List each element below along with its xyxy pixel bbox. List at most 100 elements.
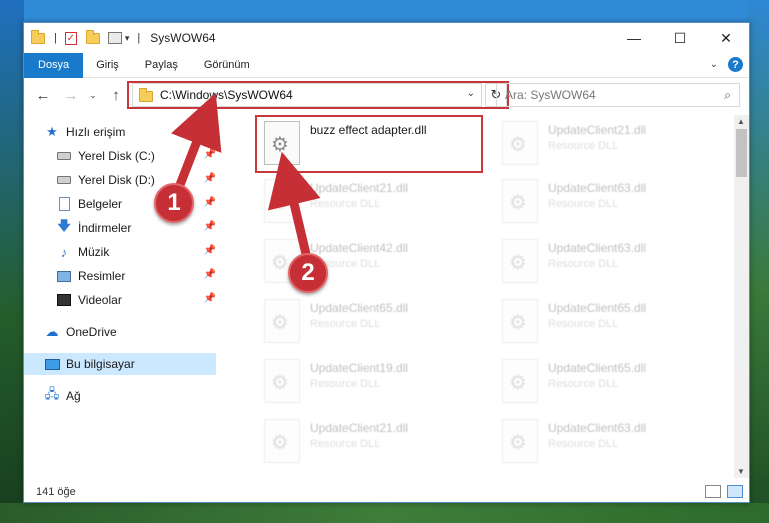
pin-icon[interactable]: 📌 <box>204 221 216 232</box>
large-icons-view-icon[interactable] <box>727 485 743 498</box>
search-input[interactable]: Ara: SysWOW64 ⌕ <box>496 83 740 107</box>
sidebar-item-label: Yerel Disk (D:) <box>78 173 155 187</box>
search-placeholder: Ara: SysWOW64 <box>505 88 596 102</box>
scrollbar-thumb[interactable] <box>736 129 747 177</box>
scroll-up-icon[interactable]: ▲ <box>737 117 745 126</box>
dll-file-icon <box>502 179 538 223</box>
maximize-button[interactable]: ☐ <box>657 23 703 53</box>
sidebar-item-local-disk-c[interactable]: Yerel Disk (C:) 📌 <box>56 145 216 167</box>
file-item[interactable]: UpdateClient19.dll Resource DLL <box>258 355 498 409</box>
pin-icon[interactable]: 📌 <box>204 245 216 256</box>
document-icon <box>56 196 72 212</box>
picture-icon <box>56 268 72 284</box>
help-icon[interactable]: ? <box>728 57 743 72</box>
file-type: Resource DLL <box>548 318 619 330</box>
file-name: buzz effect adapter.dll <box>310 123 427 137</box>
file-item[interactable]: UpdateClient21.dll Resource DLL <box>258 415 498 469</box>
window-controls: — ☐ ✕ <box>611 23 749 53</box>
file-item[interactable]: UpdateClient63.dll Resource DLL <box>496 235 732 289</box>
up-button[interactable]: ↑ <box>108 85 124 105</box>
status-bar: 141 öğe <box>24 481 749 503</box>
file-type: Resource DLL <box>310 318 381 330</box>
ribbon-expand-icon[interactable]: ⌄ <box>710 59 718 70</box>
details-view-icon[interactable] <box>705 485 721 498</box>
dll-file-icon <box>264 359 300 403</box>
file-item[interactable]: UpdateClient65.dll Resource DLL <box>496 355 732 409</box>
file-item-buzz-effect-adapter[interactable]: buzz effect adapter.dll <box>258 117 498 171</box>
scroll-down-icon[interactable]: ▼ <box>737 467 745 476</box>
tab-view[interactable]: Görünüm <box>191 53 263 78</box>
sidebar-item-pictures[interactable]: Resimler 📌 <box>56 265 216 287</box>
tab-home[interactable]: Giriş <box>83 53 132 78</box>
folder-icon[interactable] <box>30 29 46 46</box>
file-type: Resource DLL <box>548 198 619 210</box>
file-name: UpdateClient65.dll <box>548 301 647 315</box>
sidebar-item-network[interactable]: 🖧 Ağ <box>44 385 216 407</box>
file-name: UpdateClient63.dll <box>548 241 647 255</box>
navigation-pane: ★ Hızlı erişim Yerel Disk (C:) 📌 Yerel D… <box>24 115 234 475</box>
new-folder-icon[interactable] <box>85 29 101 46</box>
step-2-badge: 2 <box>288 253 328 293</box>
step-1-badge: 1 <box>154 183 194 223</box>
file-name: UpdateClient21.dll <box>310 181 409 195</box>
pin-icon[interactable]: 📌 <box>204 173 216 184</box>
sidebar-item-label: Hızlı erişim <box>66 125 126 139</box>
file-type: Resource DLL <box>310 198 381 210</box>
network-icon: 🖧 <box>44 386 60 401</box>
desktop-background-right <box>747 0 769 523</box>
sidebar-item-videos[interactable]: Videolar 📌 <box>56 289 216 311</box>
pin-icon[interactable]: 📌 <box>204 149 216 160</box>
address-bar[interactable]: C:\Windows\SysWOW64 ⌄ <box>132 83 482 107</box>
title-bar: | ✓ ▾ | SysWOW64 — ☐ ✕ <box>24 23 749 53</box>
film-icon <box>56 292 72 308</box>
file-type: Resource DLL <box>548 258 619 270</box>
sidebar-item-music[interactable]: ♪ Müzik 📌 <box>56 241 216 263</box>
address-dropdown-icon[interactable]: ⌄ <box>467 88 475 99</box>
quick-access-dropdown-icon[interactable]: ▾ <box>125 33 130 44</box>
sidebar-item-label: Ağ <box>66 389 81 403</box>
dll-file-icon <box>502 419 538 463</box>
file-item[interactable]: UpdateClient21.dll Resource DLL <box>258 175 498 229</box>
file-name: UpdateClient63.dll <box>548 421 647 435</box>
back-button[interactable]: ← <box>34 85 52 105</box>
dll-file-icon <box>264 299 300 343</box>
sidebar-item-label: Belgeler <box>78 197 123 211</box>
file-item[interactable]: UpdateClient65.dll Resource DLL <box>496 295 732 349</box>
music-note-icon: ♪ <box>60 244 68 260</box>
star-icon: ★ <box>46 124 58 139</box>
minimize-button[interactable]: — <box>611 23 657 53</box>
tab-file[interactable]: Dosya <box>24 52 84 78</box>
sidebar-item-this-pc[interactable]: Bu bilgisayar <box>24 353 216 375</box>
sidebar-item-label: OneDrive <box>66 325 117 339</box>
file-item[interactable]: UpdateClient21.dll Resource DLL <box>496 117 732 171</box>
download-arrow-icon: 🡇 <box>57 218 71 233</box>
file-type: Resource DLL <box>310 438 381 450</box>
sidebar-item-label: Bu bilgisayar <box>66 357 135 371</box>
properties-check-icon[interactable]: ✓ <box>63 30 79 46</box>
sidebar-item-onedrive[interactable]: ☁ OneDrive <box>44 321 216 343</box>
file-item[interactable]: UpdateClient63.dll Resource DLL <box>496 415 732 469</box>
pin-icon[interactable]: 📌 <box>204 197 216 208</box>
forward-button[interactable]: → <box>62 85 80 105</box>
explorer-window: | ✓ ▾ | SysWOW64 — ☐ ✕ Dosya Giriş Payla… <box>23 22 750 503</box>
computer-icon <box>44 356 60 372</box>
sidebar-item-label: Müzik <box>78 245 110 259</box>
dll-file-icon <box>502 239 538 283</box>
file-name: UpdateClient19.dll <box>310 361 409 375</box>
vertical-scrollbar[interactable]: ▲ ▼ <box>734 115 749 478</box>
file-type: Resource DLL <box>548 438 619 450</box>
file-type: Resource DLL <box>310 378 381 390</box>
sidebar-item-downloads[interactable]: 🡇 İndirmeler 📌 <box>56 217 216 239</box>
file-item[interactable]: UpdateClient65.dll Resource DLL <box>258 295 498 349</box>
file-name: UpdateClient63.dll <box>548 181 647 195</box>
pin-icon[interactable]: 📌 <box>204 293 216 304</box>
pin-icon[interactable]: 📌 <box>204 269 216 280</box>
properties-icon[interactable] <box>107 30 123 46</box>
tab-share[interactable]: Paylaş <box>132 53 191 78</box>
sidebar-item-quick-access[interactable]: ★ Hızlı erişim <box>44 121 216 143</box>
recent-locations-icon[interactable]: ⌄ <box>88 87 98 103</box>
close-button[interactable]: ✕ <box>703 23 749 53</box>
sidebar-item-local-disk-d[interactable]: Yerel Disk (D:) 📌 <box>56 169 216 191</box>
file-item[interactable]: UpdateClient63.dll Resource DLL <box>496 175 732 229</box>
file-name: UpdateClient21.dll <box>310 421 409 435</box>
